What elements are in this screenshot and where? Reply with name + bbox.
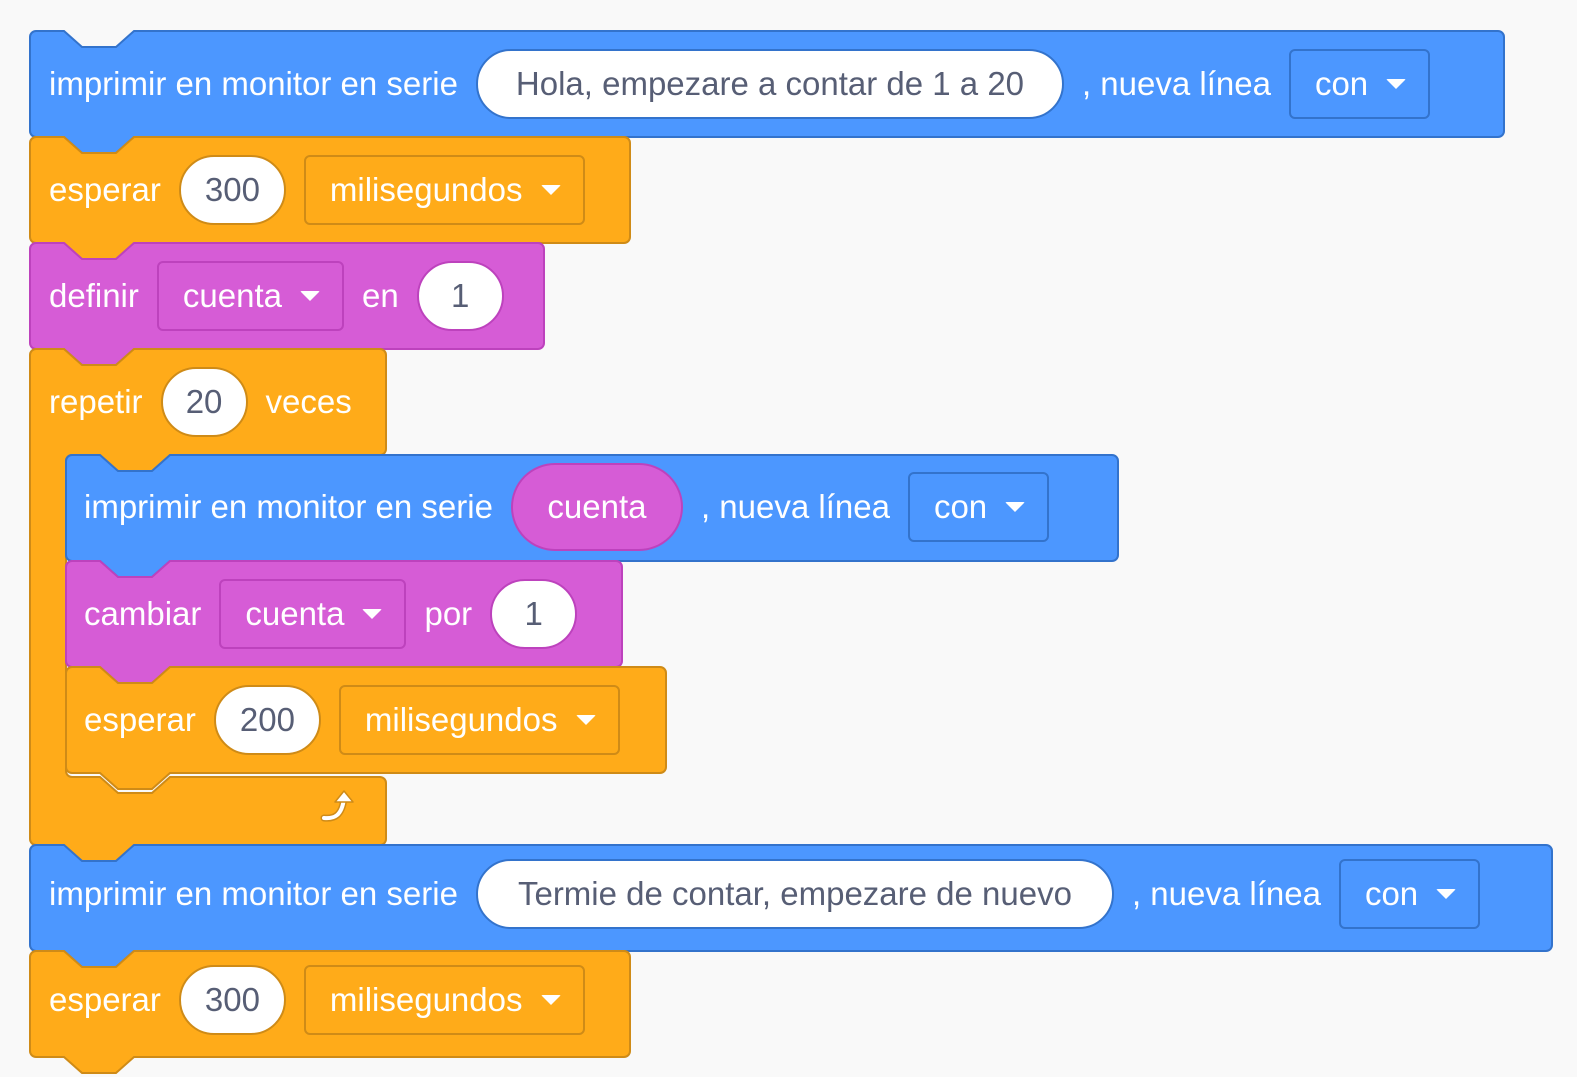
wait-unit-dropdown[interactable]: milisegundos — [303, 965, 585, 1035]
wait-unit-value: milisegundos — [329, 981, 523, 1018]
wait-label: esperar — [49, 981, 161, 1018]
chevron-down-icon — [362, 609, 383, 619]
newline-dropdown-value: con — [1314, 65, 1369, 102]
wait-unit-dropdown[interactable]: milisegundos — [303, 155, 585, 225]
wait-label: esperar — [49, 171, 161, 208]
set-value-input[interactable]: 1 — [416, 261, 504, 331]
newline-label: , nueva línea — [700, 488, 890, 525]
chevron-down-icon — [540, 185, 561, 195]
newline-dropdown-value: con — [1364, 875, 1419, 912]
wait-value-input[interactable]: 300 — [178, 155, 286, 225]
print-label: imprimir en monitor en serie — [49, 875, 458, 912]
chevron-down-icon — [299, 291, 320, 301]
wait-block-2[interactable]: esperar 200 milisegundos — [84, 685, 638, 755]
set-variable-block[interactable]: definir cuenta en 1 — [49, 261, 522, 331]
newline-dropdown-value: con — [933, 488, 988, 525]
print-label: imprimir en monitor en serie — [49, 65, 458, 102]
by-label: por — [424, 595, 473, 632]
set-label: definir — [49, 277, 139, 314]
variable-dropdown-value: cuenta — [182, 277, 282, 314]
print-block-1[interactable]: imprimir en monitor en serie Hola, empez… — [49, 49, 1448, 119]
variable-reporter[interactable]: cuenta — [510, 463, 683, 551]
wait-unit-value: milisegundos — [329, 171, 523, 208]
variable-dropdown-value: cuenta — [245, 595, 345, 632]
print-label: imprimir en monitor en serie — [84, 488, 493, 525]
wait-value-input[interactable]: 300 — [178, 965, 286, 1035]
newline-dropdown[interactable]: con — [1288, 49, 1431, 119]
wait-unit-value: milisegundos — [364, 701, 558, 738]
wait-value-input[interactable]: 200 — [213, 685, 321, 755]
newline-dropdown[interactable]: con — [1338, 859, 1481, 929]
print-block-2[interactable]: imprimir en monitor en serie cuenta , nu… — [84, 463, 1067, 551]
times-label: veces — [265, 383, 352, 420]
wait-label: esperar — [84, 701, 196, 738]
wait-block-1[interactable]: esperar 300 milisegundos — [49, 155, 603, 225]
newline-label: , nueva línea — [1131, 875, 1321, 912]
in-label: en — [361, 277, 399, 314]
chevron-down-icon — [540, 995, 561, 1005]
print-text-input[interactable]: Termie de contar, empezare de nuevo — [475, 859, 1114, 929]
variable-dropdown[interactable]: cuenta — [219, 579, 407, 649]
repeat-label: repetir — [49, 383, 143, 420]
newline-label: , nueva línea — [1081, 65, 1271, 102]
chevron-down-icon — [1436, 889, 1457, 899]
wait-block-3[interactable]: esperar 300 milisegundos — [49, 965, 603, 1035]
print-text-input[interactable]: Hola, empezare a contar de 1 a 20 — [475, 49, 1064, 119]
change-variable-block[interactable]: cambiar cuenta por 1 — [84, 579, 595, 649]
print-block-3[interactable]: imprimir en monitor en serie Termie de c… — [49, 859, 1498, 929]
chevron-down-icon — [1386, 79, 1407, 89]
variable-dropdown[interactable]: cuenta — [156, 261, 344, 331]
chevron-down-icon — [575, 715, 596, 725]
newline-dropdown[interactable]: con — [907, 472, 1050, 542]
wait-unit-dropdown[interactable]: milisegundos — [338, 685, 620, 755]
chevron-down-icon — [1005, 502, 1026, 512]
repeat-block[interactable]: repetir 20 veces — [49, 367, 370, 437]
loop-arrow-icon — [320, 790, 354, 822]
change-label: cambiar — [84, 595, 202, 632]
change-value-input[interactable]: 1 — [490, 579, 578, 649]
repeat-times-input[interactable]: 20 — [160, 367, 248, 437]
